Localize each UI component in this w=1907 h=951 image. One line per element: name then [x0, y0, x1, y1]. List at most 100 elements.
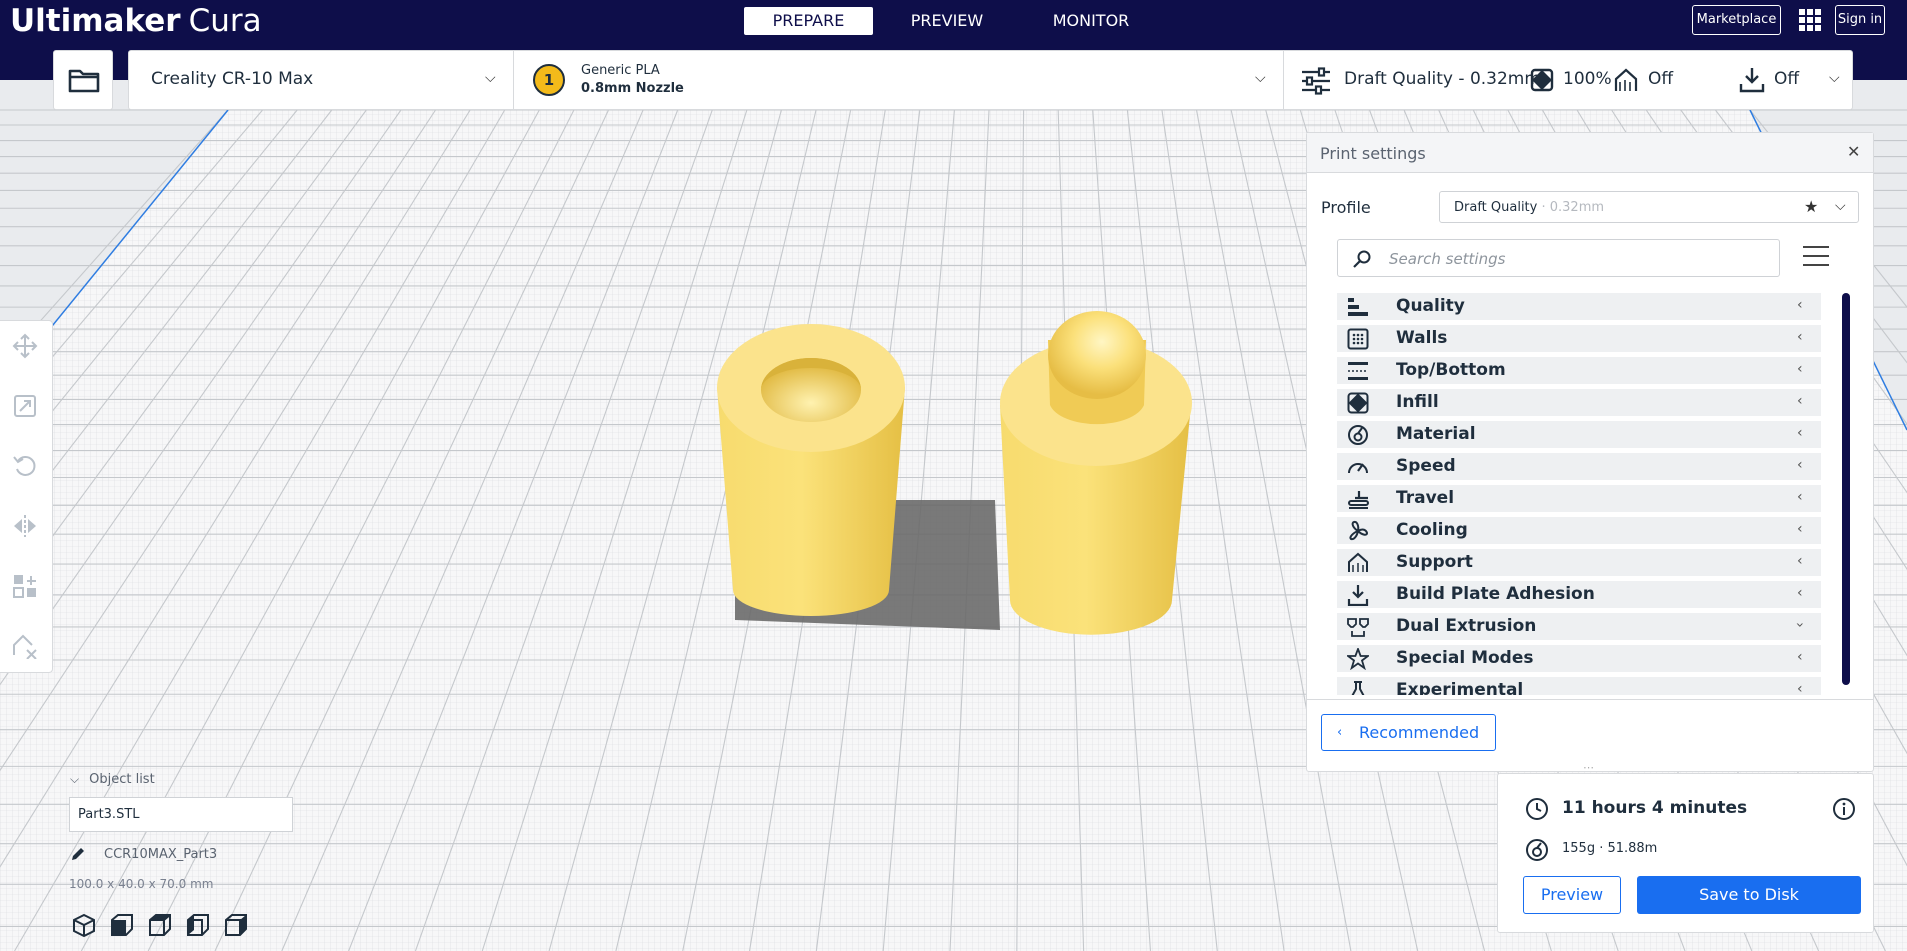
chevron-down-icon: ⌵	[1829, 70, 1840, 86]
chevron-down-icon: ⌵	[485, 70, 496, 86]
search-icon	[1353, 250, 1371, 268]
scale-icon[interactable]	[12, 393, 38, 419]
print-estimate-panel: 11 hours 4 minutes 155g · 51.88m Preview…	[1497, 773, 1874, 933]
panel-title: Print settings	[1320, 144, 1426, 163]
category-infill[interactable]: Infill ‹	[1337, 389, 1821, 416]
nozzle-size: 0.8mm Nozzle	[581, 81, 684, 96]
app-logo: Ultimaker Cura	[10, 3, 262, 39]
star-icon[interactable]: ★	[1804, 197, 1818, 216]
category-dual-extrusion[interactable]: Dual Extrusion ‹	[1337, 613, 1821, 640]
chevron-left-icon: ‹	[1797, 457, 1803, 473]
category-travel[interactable]: Travel ‹	[1337, 485, 1821, 512]
category-speed[interactable]: Speed ‹	[1337, 453, 1821, 480]
chevron-left-icon: ‹	[1797, 521, 1803, 537]
category-special-modes[interactable]: Special Modes ‹	[1337, 645, 1821, 672]
profile-dropdown[interactable]: Draft Quality · 0.32mm ★ ⌵	[1439, 191, 1859, 223]
move-icon[interactable]	[12, 333, 38, 359]
view-3d-icon[interactable]	[70, 912, 98, 938]
infill-value: 100%	[1563, 69, 1612, 89]
sign-in-button[interactable]: Sign in	[1835, 5, 1885, 35]
category-label: Quality	[1396, 296, 1465, 316]
save-to-disk-button[interactable]: Save to Disk	[1637, 876, 1861, 914]
top-bottom-icon	[1348, 362, 1368, 380]
model-tools	[0, 320, 53, 673]
settings-search-input[interactable]: Search settings	[1337, 239, 1780, 277]
per-model-settings-icon[interactable]	[12, 573, 38, 599]
settings-scrollbar[interactable]	[1842, 293, 1850, 685]
print-setup-selector[interactable]: Draft Quality - 0.32mm 100% Off Off ⌵	[1283, 50, 1853, 110]
recommended-mode-button[interactable]: ‹ Recommended	[1321, 714, 1496, 751]
support-icon	[1614, 68, 1638, 91]
category-label: Infill	[1396, 392, 1439, 412]
category-cooling[interactable]: Cooling ‹	[1337, 517, 1821, 544]
object-list-toggle[interactable]: ⌵ Object list	[70, 772, 155, 787]
category-build-plate-adhesion[interactable]: Build Plate Adhesion ‹	[1337, 581, 1821, 608]
view-front-icon[interactable]	[108, 912, 136, 938]
category-label: Travel	[1396, 488, 1455, 508]
category-label: Support	[1396, 552, 1473, 572]
category-walls[interactable]: Walls ‹	[1337, 325, 1821, 352]
search-placeholder: Search settings	[1389, 250, 1506, 268]
support-value: Off	[1648, 69, 1674, 89]
category-label: Build Plate Adhesion	[1396, 584, 1595, 604]
chevron-left-icon: ‹	[1797, 297, 1803, 313]
category-label: Experimental	[1396, 680, 1524, 695]
category-experimental[interactable]: Experimental ‹	[1337, 677, 1821, 695]
tab-prepare[interactable]: PREPARE	[744, 7, 873, 35]
category-material[interactable]: Material ‹	[1337, 421, 1821, 448]
preview-button[interactable]: Preview	[1523, 876, 1621, 914]
category-label: Cooling	[1396, 520, 1468, 540]
machine-selector[interactable]: Creality CR-10 Max ⌵	[128, 50, 514, 110]
category-label: Special Modes	[1396, 648, 1534, 668]
chevron-down-icon: ⌵	[1255, 70, 1266, 86]
infill-icon	[1530, 68, 1554, 92]
chevron-left-icon: ‹	[1797, 393, 1803, 409]
support-blocker-icon[interactable]	[12, 633, 38, 659]
cooling-fan-icon	[1349, 520, 1369, 541]
chevron-left-icon: ‹	[1797, 649, 1803, 665]
chevron-left-icon: ‹	[1797, 489, 1803, 505]
open-file-button[interactable]	[53, 50, 113, 110]
quality-icon	[1348, 298, 1368, 316]
settings-visibility-menu-icon[interactable]	[1803, 246, 1829, 268]
machine-name: Creality CR-10 Max	[151, 69, 314, 89]
model-part-with-peg	[1000, 311, 1192, 635]
dual-extrusion-icon	[1347, 618, 1369, 637]
info-icon[interactable]	[1832, 797, 1856, 821]
category-label: Top/Bottom	[1396, 360, 1506, 380]
view-right-icon[interactable]	[222, 912, 250, 938]
close-icon[interactable]: ✕	[1847, 142, 1860, 161]
special-modes-star-icon	[1347, 648, 1369, 670]
material-name: Generic PLA	[581, 63, 660, 78]
model-part-with-hole	[717, 324, 905, 616]
view-top-icon[interactable]	[146, 912, 174, 938]
adhesion-icon	[1739, 68, 1765, 93]
category-top-bottom[interactable]: Top/Bottom ‹	[1337, 357, 1821, 384]
category-support[interactable]: Support ‹	[1337, 549, 1821, 576]
chevron-left-icon: ‹	[1797, 553, 1803, 569]
quality-profile-label: Draft Quality - 0.32mm	[1344, 69, 1541, 89]
material-selector[interactable]: 1 Generic PLA 0.8mm Nozzle ⌵	[513, 50, 1284, 110]
category-label: Speed	[1396, 456, 1456, 476]
profile-label: Profile	[1321, 198, 1371, 217]
chevron-down-icon: ‹	[1791, 622, 1808, 628]
apps-grid-icon[interactable]	[1799, 9, 1821, 31]
view-left-icon[interactable]	[184, 912, 212, 938]
adhesion-icon	[1347, 585, 1369, 606]
category-label: Walls	[1396, 328, 1448, 348]
chevron-left-icon: ‹	[1797, 425, 1803, 441]
category-quality[interactable]: Quality ‹	[1337, 293, 1821, 320]
print-time: 11 hours 4 minutes	[1562, 798, 1748, 818]
mirror-icon[interactable]	[12, 513, 38, 539]
tab-preview[interactable]: PREVIEW	[893, 7, 1001, 35]
object-list-item[interactable]: Part3.STL	[69, 797, 293, 832]
settings-category-list: Quality ‹ Walls ‹ Top/Bottom ‹ Infill ‹ …	[1337, 293, 1821, 695]
object-list-label: Object list	[89, 772, 155, 787]
tab-monitor[interactable]: MONITOR	[1037, 7, 1145, 35]
rotate-icon[interactable]	[12, 453, 38, 479]
speed-icon	[1348, 463, 1368, 474]
profile-layer-height: · 0.32mm	[1537, 200, 1605, 215]
edit-pencil-icon[interactable]	[70, 846, 86, 862]
marketplace-button[interactable]: Marketplace	[1692, 5, 1781, 35]
material-usage: 155g · 51.88m	[1562, 841, 1658, 856]
